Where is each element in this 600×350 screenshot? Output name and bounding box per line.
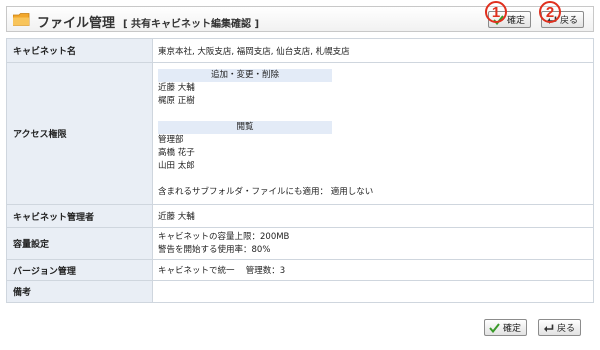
version-value: キャビネットで統一 管理数：3 <box>152 259 594 281</box>
cabinet-detail-table: キャビネット名 東京本社, 大阪支店, 福岡支店, 仙台支店, 札幌支店 アクセ… <box>6 38 594 303</box>
capacity-label: 容量設定 <box>6 227 153 260</box>
page-subtitle: [ 共有キャビネット編集確認 ] <box>123 19 260 30</box>
return-arrow-icon <box>544 324 554 332</box>
back-button-bottom[interactable]: 戻る <box>538 319 582 336</box>
cabinet-name-label: キャビネット名 <box>6 38 153 63</box>
acl-view-user: 山田 太郎 <box>158 160 195 171</box>
acl-edit-user: 梶原 正樹 <box>158 95 195 106</box>
capacity-limit: キャビネットの容量上限：200MB <box>158 231 290 242</box>
notes-label: 備考 <box>6 280 153 303</box>
row-notes: 備考 <box>6 280 594 303</box>
notes-value <box>152 280 594 303</box>
row-version: バージョン管理 キャビネットで統一 管理数：3 <box>6 259 594 281</box>
version-label: バージョン管理 <box>6 259 153 281</box>
access-value: 追加・変更・削除 近藤 大輔 梶原 正樹 閲覧 管理部 高橋 花子 山田 太郎 … <box>152 62 594 205</box>
row-cabinet-name: キャビネット名 東京本社, 大阪支店, 福岡支店, 仙台支店, 札幌支店 <box>6 38 594 63</box>
confirm-button-label: 確定 <box>507 16 526 26</box>
capacity-warning: 警告を開始する使用率：80% <box>158 244 271 255</box>
capacity-value: キャビネットの容量上限：200MB 警告を開始する使用率：80% <box>152 227 594 260</box>
badge-one-icon: 1 <box>485 1 507 23</box>
acl-edit-user: 近藤 大輔 <box>158 82 195 93</box>
row-cabinet-admin: キャビネット管理者 近藤 大輔 <box>6 204 594 228</box>
confirm-button-label: 確定 <box>503 324 522 334</box>
back-button-label: 戻る <box>557 324 576 334</box>
acl-view-user: 高橋 花子 <box>158 147 195 158</box>
row-access: アクセス権限 追加・変更・削除 近藤 大輔 梶原 正樹 閲覧 管理部 高橋 花子… <box>6 62 594 205</box>
back-button-label: 戻る <box>560 16 579 26</box>
acl-view-user: 管理部 <box>158 134 184 145</box>
acl-view-header: 閲覧 <box>158 120 332 134</box>
cabinet-name-value: 東京本社, 大阪支店, 福岡支店, 仙台支店, 札幌支店 <box>152 38 594 63</box>
cabinet-admin-label: キャビネット管理者 <box>6 204 153 228</box>
confirm-button-bottom[interactable]: 確定 <box>484 319 528 336</box>
folder-icon <box>13 13 30 26</box>
access-label: アクセス権限 <box>6 62 153 205</box>
badge-two-icon: 2 <box>539 1 561 23</box>
badge-one-text: 1 <box>492 4 500 21</box>
acl-edit-header: 追加・変更・削除 <box>158 68 332 82</box>
check-icon <box>489 322 500 333</box>
row-capacity: 容量設定 キャビネットの容量上限：200MB 警告を開始する使用率：80% <box>6 227 594 260</box>
page-title: ファイル管理 <box>37 16 116 31</box>
badge-two-text: 2 <box>546 4 554 21</box>
cabinet-admin-value: 近藤 大輔 <box>152 204 594 228</box>
subfolder-apply-note: 含まれるサブフォルダ・ファイルにも適用： 適用しない <box>158 186 374 197</box>
